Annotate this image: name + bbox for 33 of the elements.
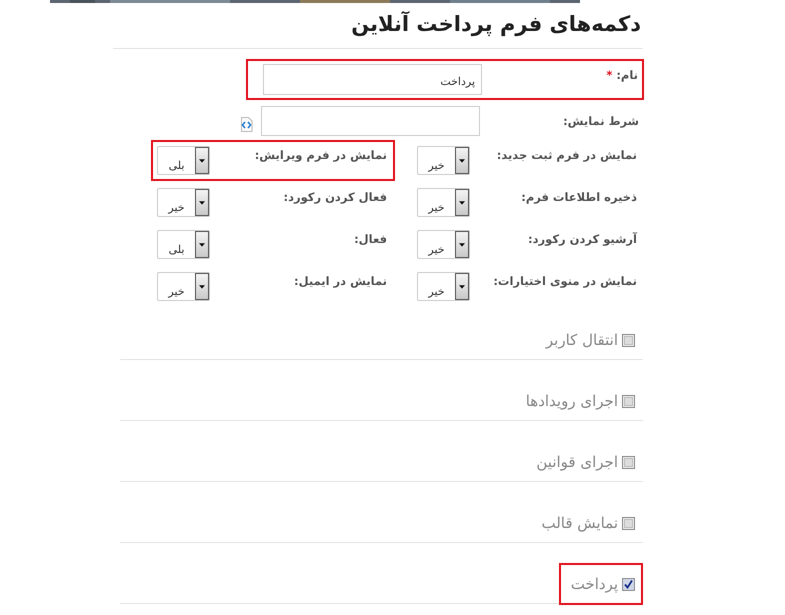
checkbox[interactable]	[622, 456, 635, 468]
dropdown[interactable]: خیر	[417, 272, 470, 301]
checkbox-label: نمایش قالب	[541, 514, 618, 532]
field-label: نمایش در فرم ویرایش:	[254, 147, 387, 162]
field-label: آرشیو کردن رکورد:	[528, 231, 637, 246]
page-title: دکمه‌های فرم پرداخت آنلاین	[350, 12, 641, 38]
field-label: نمایش در ایمیل:	[294, 273, 387, 288]
dropdown[interactable]: خیر	[417, 146, 470, 175]
field-label: شرط نمایش:	[562, 114, 639, 128]
dropdown[interactable]: خیر	[157, 188, 210, 217]
checkbox-label: اجرای رویدادها	[526, 392, 618, 410]
checkbox[interactable]	[622, 334, 635, 346]
dropdown[interactable]: خیر	[417, 230, 470, 259]
code-file-icon[interactable]	[240, 116, 253, 132]
checkbox[interactable]	[622, 394, 635, 408]
field-label: نام:	[616, 68, 638, 82]
checkbox[interactable]	[622, 578, 635, 590]
field-label: نمایش در فرم ثبت جدید:	[496, 147, 637, 162]
field-label: فعال:	[354, 231, 387, 246]
field-label: فعال کردن رکورد:	[283, 189, 387, 204]
field-label: نمایش در منوی اختیارات:	[493, 273, 637, 288]
checkbox-label: انتقال کاربر	[546, 331, 618, 349]
dropdown[interactable]: خیر	[417, 188, 470, 217]
field-label: ذخیره اطلاعات فرم:	[521, 189, 637, 204]
condition-input[interactable]	[261, 106, 480, 136]
checkbox[interactable]	[622, 516, 635, 530]
dropdown[interactable]: بلی	[157, 230, 210, 259]
name-input[interactable]: پرداخت	[263, 64, 482, 95]
dropdown[interactable]: خیر	[157, 272, 210, 301]
checkbox-label: پرداخت	[570, 575, 618, 593]
dropdown[interactable]: بلی	[157, 146, 210, 175]
checkbox-label: اجرای قوانین	[536, 453, 618, 471]
required-mark: *	[606, 68, 612, 82]
